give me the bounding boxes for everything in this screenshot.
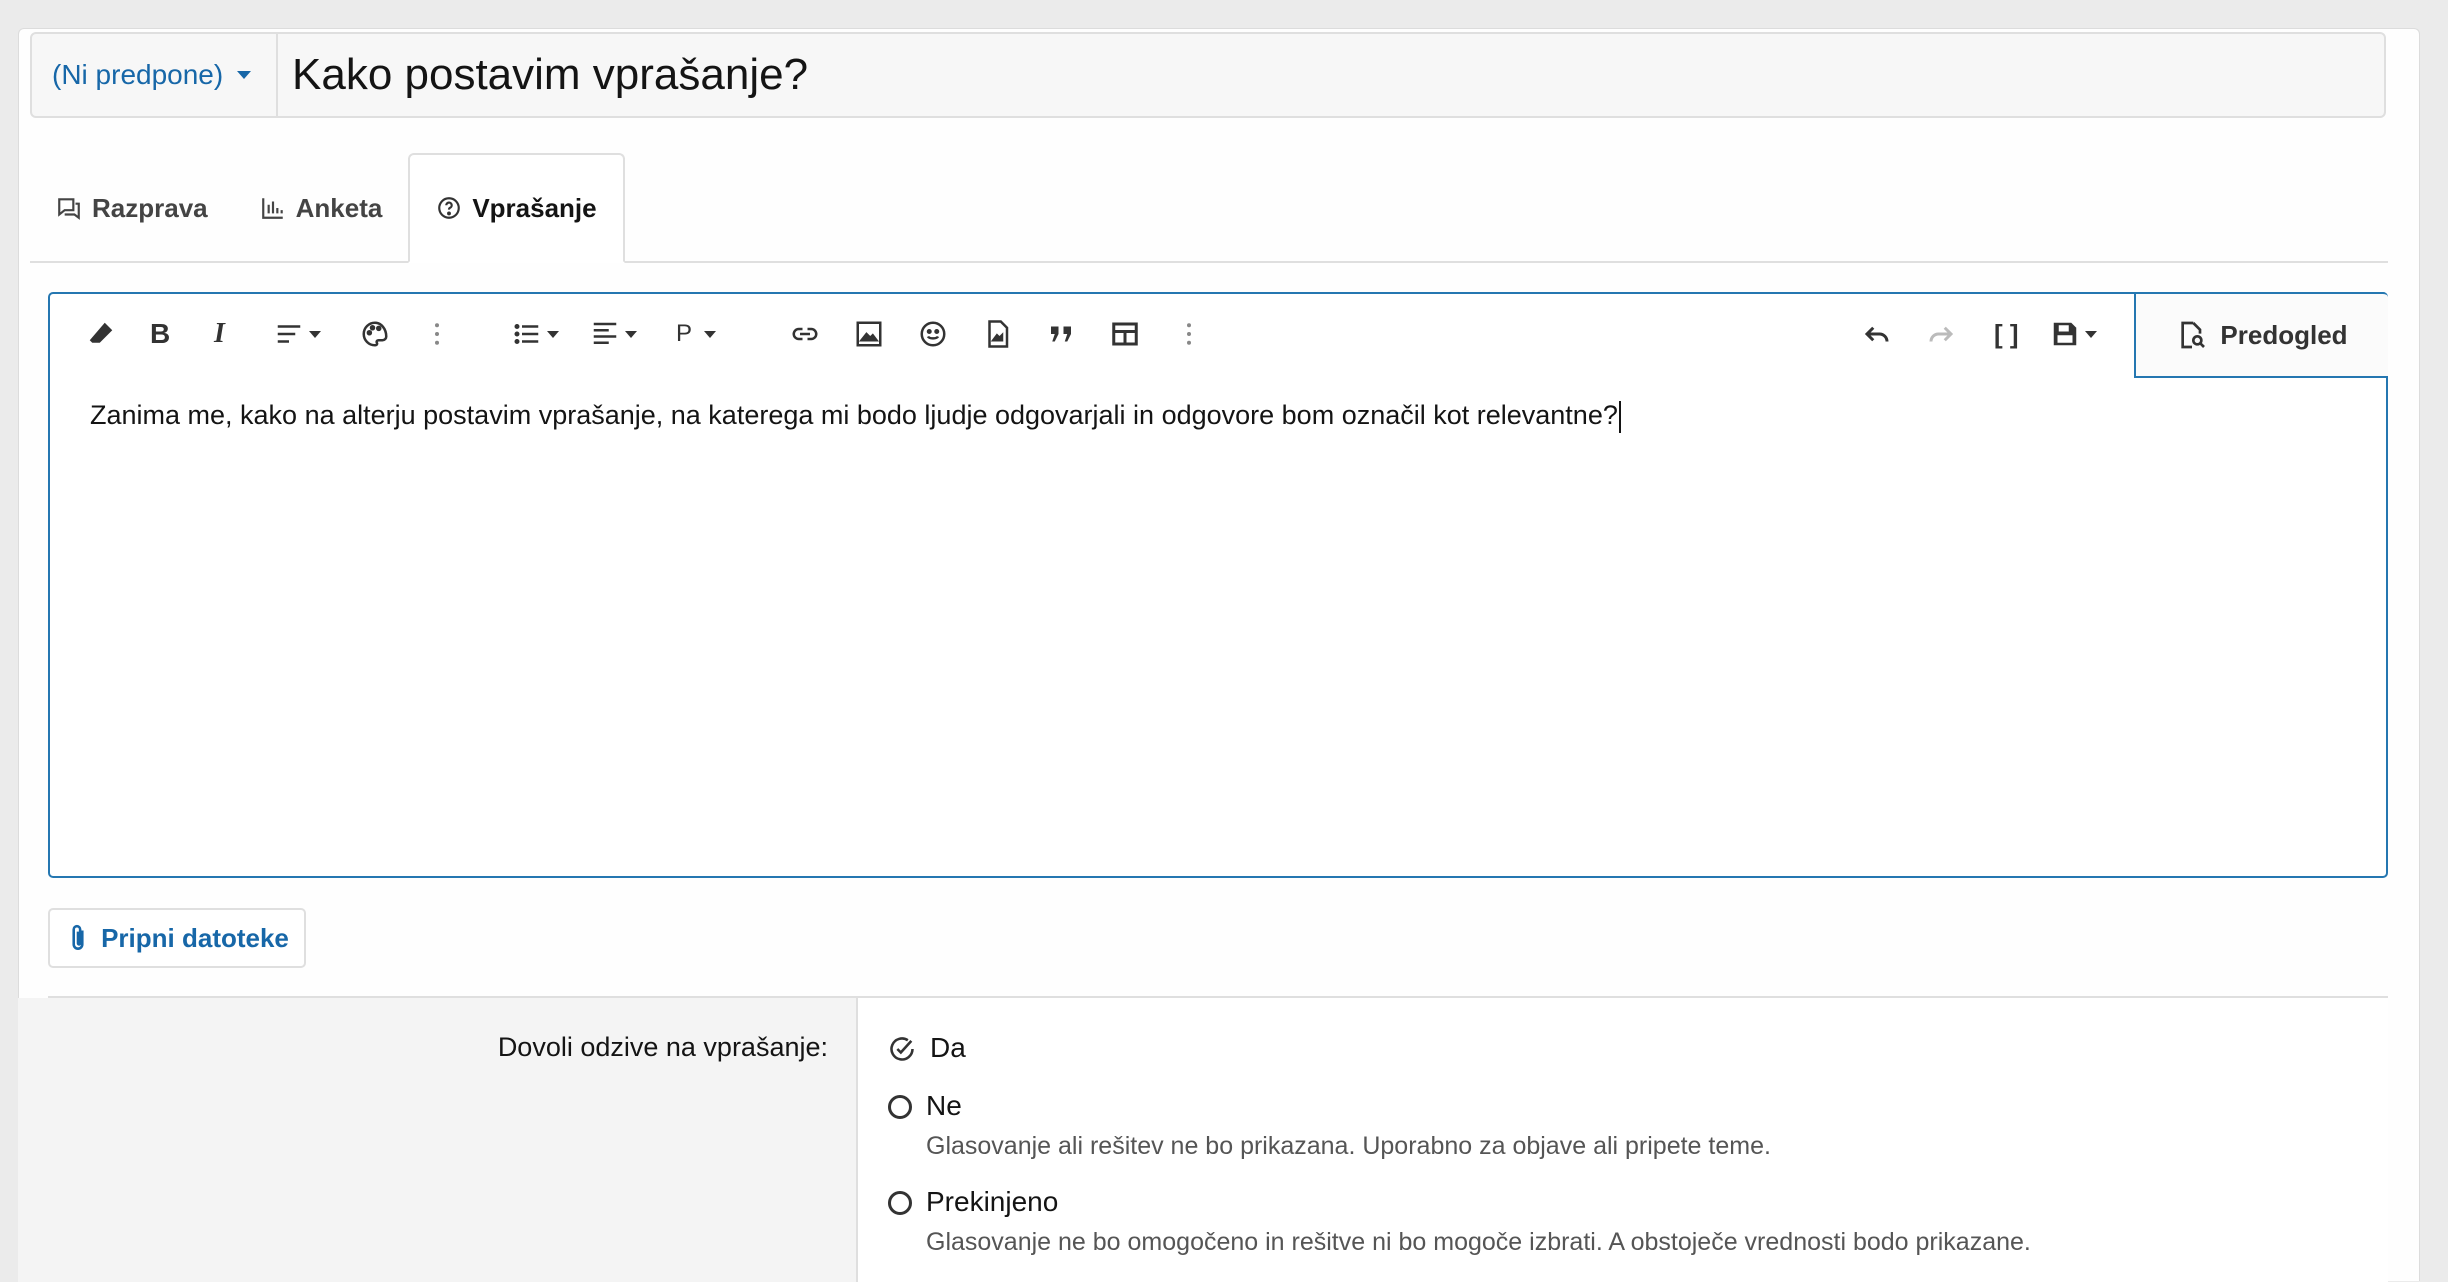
redo-icon bbox=[1929, 326, 1954, 342]
drafts-button[interactable] bbox=[2050, 314, 2097, 354]
more-options-button[interactable] bbox=[422, 314, 452, 354]
radio-button[interactable] bbox=[888, 1191, 912, 1215]
link-button[interactable] bbox=[790, 314, 820, 354]
undo-icon bbox=[1864, 326, 1889, 342]
attach-files-button[interactable]: Pripni datoteke bbox=[48, 908, 306, 968]
question-icon bbox=[438, 197, 461, 219]
palette-icon bbox=[362, 321, 388, 347]
prefix-label: (Ni predpone) bbox=[52, 59, 224, 90]
paragraph-button[interactable]: P bbox=[676, 314, 717, 354]
preview-icon bbox=[2181, 321, 2206, 349]
poll-icon bbox=[261, 198, 283, 219]
save-draft-icon bbox=[2053, 322, 2077, 346]
quote-icon bbox=[1051, 326, 1071, 342]
image-icon bbox=[856, 321, 882, 347]
color-button[interactable] bbox=[360, 314, 390, 354]
preview-button[interactable]: Predogled bbox=[2134, 292, 2388, 378]
check-circle-icon bbox=[890, 1037, 914, 1061]
tab-discussion[interactable]: Razprava bbox=[30, 155, 234, 261]
editor-content[interactable]: Zanima me, kako na alterju postavim vpra… bbox=[90, 400, 1621, 433]
text-cursor bbox=[1618, 400, 1621, 433]
options-label-column: Dovoli odzive na vprašanje: bbox=[18, 998, 858, 1282]
quote-button[interactable] bbox=[1046, 314, 1076, 354]
text-style-button[interactable] bbox=[274, 314, 321, 354]
undo-button[interactable] bbox=[1862, 314, 1892, 354]
redo-button[interactable] bbox=[1926, 314, 1956, 354]
thread-title-input[interactable] bbox=[278, 34, 2384, 116]
align-button[interactable] bbox=[590, 314, 637, 354]
tab-label: Anketa bbox=[295, 192, 383, 223]
tab-label: Vprašanje bbox=[472, 192, 597, 223]
bbcode-icon: [ ] bbox=[1994, 318, 2019, 349]
allow-responses-label: Dovoli odzive na vprašanje: bbox=[497, 1032, 828, 1062]
option-hint: Glasovanje ali rešitev ne bo prikazana. … bbox=[926, 1132, 1771, 1160]
response-option-closed[interactable]: Prekinjeno Glasovanje ne bo omogočeno in… bbox=[888, 1186, 2031, 1257]
radio-button[interactable] bbox=[888, 1095, 912, 1119]
tab-label: Razprava bbox=[92, 192, 208, 223]
more-insert-button[interactable] bbox=[1174, 314, 1204, 354]
tab-poll[interactable]: Anketa bbox=[234, 155, 409, 261]
eraser-button[interactable] bbox=[86, 314, 116, 354]
italic-icon: I bbox=[214, 318, 225, 349]
option-hint: Glasovanje ne bo omogočeno in rešitve ni… bbox=[926, 1228, 2031, 1256]
question-options: Dovoli odzive na vprašanje: Da Ne Glasov… bbox=[18, 996, 2388, 1282]
list-button[interactable] bbox=[512, 314, 559, 354]
prefix-dropdown[interactable]: (Ni predpone) bbox=[32, 34, 278, 116]
media-icon bbox=[988, 320, 1009, 348]
paperclip-icon bbox=[72, 925, 84, 950]
attach-label: Pripni datoteke bbox=[101, 922, 289, 953]
list-icon bbox=[514, 324, 539, 344]
message-text: Zanima me, kako na alterju postavim vpra… bbox=[90, 400, 1618, 430]
option-label: Ne bbox=[926, 1090, 962, 1121]
emoji-button[interactable] bbox=[918, 314, 948, 354]
preview-label: Predogled bbox=[2220, 319, 2348, 350]
thread-type-tabs: Razprava Anketa Vprašanje bbox=[30, 153, 2388, 263]
bold-icon: B bbox=[150, 318, 171, 349]
eraser-icon bbox=[89, 322, 113, 343]
option-label: Prekinjeno bbox=[926, 1186, 1059, 1217]
editor-toolbar: B I P [] Predogled bbox=[50, 292, 2388, 378]
italic-button[interactable]: I bbox=[214, 314, 225, 354]
bold-button[interactable]: B bbox=[150, 314, 170, 354]
text-style-icon bbox=[277, 325, 301, 343]
table-icon bbox=[1112, 322, 1138, 346]
message-editor: B I P [] Predogled Zanima me, kako na a… bbox=[48, 292, 2388, 878]
response-option-yes[interactable]: Da bbox=[888, 1032, 966, 1064]
more-vertical-icon bbox=[1187, 323, 1191, 345]
response-option-no[interactable]: Ne Glasovanje ali rešitev ne bo prikazan… bbox=[888, 1090, 1771, 1161]
emoji-icon bbox=[920, 321, 946, 347]
image-button[interactable] bbox=[854, 314, 884, 354]
table-button[interactable] bbox=[1110, 314, 1140, 354]
thread-title-row: (Ni predpone) bbox=[30, 32, 2386, 118]
discussion-icon bbox=[58, 198, 80, 220]
paragraph-icon: P bbox=[676, 320, 693, 347]
align-icon bbox=[593, 322, 617, 344]
media-button[interactable] bbox=[982, 314, 1012, 354]
chevron-down-icon bbox=[237, 71, 252, 79]
bbcode-toggle-button[interactable]: [ ] bbox=[1994, 314, 2019, 354]
more-vertical-icon bbox=[435, 323, 439, 345]
tab-question[interactable]: Vprašanje bbox=[408, 153, 625, 263]
link-icon bbox=[792, 327, 818, 341]
option-label: Da bbox=[930, 1032, 966, 1063]
